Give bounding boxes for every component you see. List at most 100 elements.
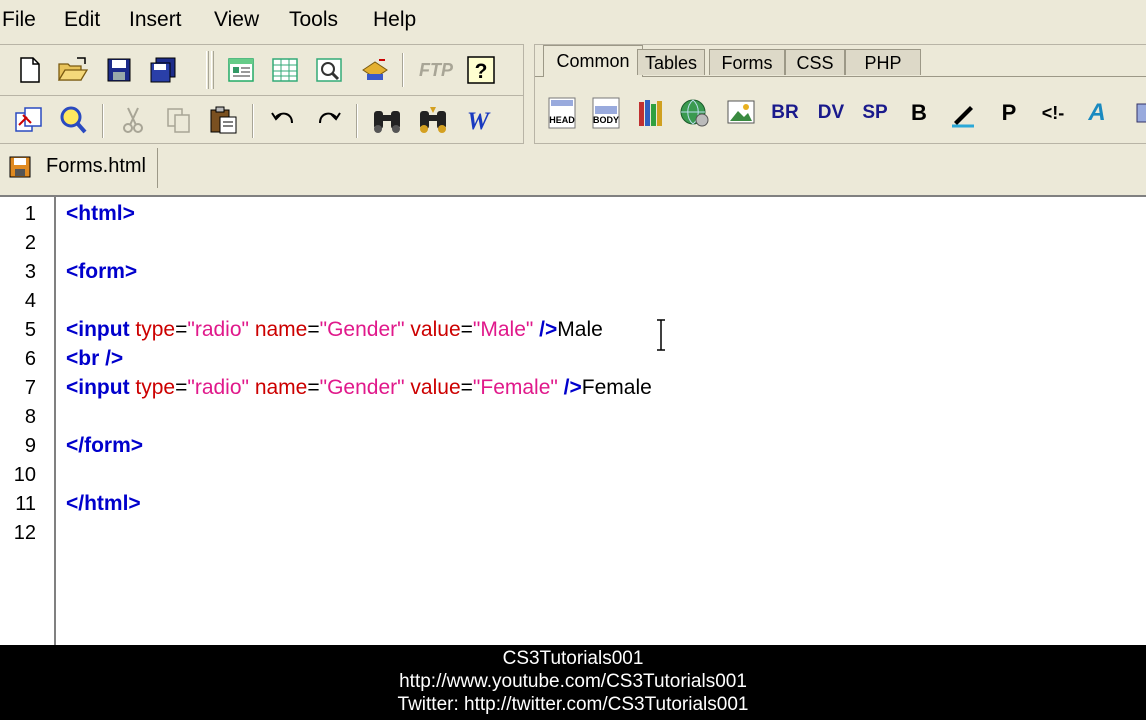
table-icon[interactable] xyxy=(268,53,302,87)
undo-icon[interactable] xyxy=(266,103,300,137)
insert-link-globe-icon[interactable] xyxy=(675,95,715,131)
code-line-11: </html> xyxy=(66,490,141,518)
svg-text:W: W xyxy=(467,108,491,135)
replace-binoculars-icon[interactable] xyxy=(416,103,450,137)
ftp-label: FTP xyxy=(419,59,453,80)
code-token: <input xyxy=(66,376,130,399)
insert-span-button[interactable]: SP xyxy=(855,95,895,131)
menu-bar: File Edit Insert View Tools Help xyxy=(0,0,1146,40)
find-icon[interactable] xyxy=(56,103,90,137)
svg-text:?: ? xyxy=(475,60,488,83)
open-folder-icon[interactable] xyxy=(56,53,90,87)
insert-div-button[interactable]: DV xyxy=(811,95,851,131)
code-token: /> xyxy=(99,347,124,370)
video-credits: CS3Tutorials001 http://www.youtube.com/C… xyxy=(0,645,1146,720)
ftp-icon[interactable]: FTP xyxy=(416,53,456,87)
code-token: <input xyxy=(66,318,130,341)
tab-css[interactable]: CSS xyxy=(785,49,845,75)
compare-icon[interactable] xyxy=(12,103,46,137)
editor-window: File Edit Insert View Tools Help FTP ? W… xyxy=(0,0,1146,645)
help-icon[interactable]: ? xyxy=(464,53,498,87)
save-icon[interactable] xyxy=(102,53,136,87)
code-token: Male xyxy=(557,318,603,341)
code-token: value xyxy=(404,318,461,341)
insert-image-icon[interactable] xyxy=(721,95,761,131)
credit-youtube: http://www.youtube.com/CS3Tutorials001 xyxy=(399,671,747,692)
menu-tools[interactable]: Tools xyxy=(289,6,338,34)
code-token: type xyxy=(129,376,176,399)
code-token: "Female" xyxy=(472,376,558,399)
new-file-icon[interactable] xyxy=(12,53,46,87)
insert-bar: Common Tables Forms CSS PHP HEAD BODY BR… xyxy=(534,44,1146,144)
menu-edit[interactable]: Edit xyxy=(64,6,100,34)
line-number: 12 xyxy=(13,522,36,544)
code-token: <form> xyxy=(66,260,138,283)
code-token: "Gender" xyxy=(319,318,405,341)
cut-icon[interactable] xyxy=(116,103,150,137)
code-token: /> xyxy=(533,318,558,341)
credit-channel: CS3Tutorials001 xyxy=(502,648,644,669)
insert-br-button[interactable]: BR xyxy=(765,95,805,131)
properties-icon[interactable] xyxy=(358,53,392,87)
insert-bold-button[interactable]: B xyxy=(899,95,939,131)
code-line-5: <input type="radio" name="Gender" value=… xyxy=(66,316,603,344)
menu-view[interactable]: View xyxy=(214,6,259,34)
paste-icon[interactable] xyxy=(206,103,240,137)
code-token: = xyxy=(460,318,473,341)
code-line-7: <input type="radio" name="Gender" value=… xyxy=(66,374,652,402)
line-number: 10 xyxy=(13,464,36,486)
code-token: </form> xyxy=(66,434,144,457)
insert-comment-button[interactable]: <!- xyxy=(1033,95,1073,131)
tab-forms-html[interactable]: Forms.html xyxy=(0,148,158,188)
code-line-3: <form> xyxy=(66,258,137,286)
copy-icon[interactable] xyxy=(162,103,196,137)
insert-paragraph-button[interactable]: P xyxy=(989,95,1029,131)
code-token: = xyxy=(307,318,320,341)
code-token: name xyxy=(248,376,308,399)
document-tab-label: Forms.html xyxy=(46,155,146,177)
code-token: </html> xyxy=(66,492,141,515)
code-token: value xyxy=(404,376,461,399)
save-file-icon xyxy=(8,154,32,185)
menu-help[interactable]: Help xyxy=(373,6,416,34)
line-number: 2 xyxy=(24,232,36,254)
code-token: "Male" xyxy=(472,318,534,341)
insert-more-icon[interactable] xyxy=(1123,95,1146,131)
line-number: 6 xyxy=(24,348,36,370)
line-number: 4 xyxy=(24,290,36,312)
insert-head-button[interactable]: HEAD xyxy=(543,95,583,131)
code-token: = xyxy=(175,318,188,341)
text-cursor-icon xyxy=(656,319,666,351)
find-binoculars-icon[interactable] xyxy=(370,103,404,137)
body-label: BODY xyxy=(593,115,619,125)
word-icon[interactable]: W xyxy=(462,103,496,137)
menu-insert[interactable]: Insert xyxy=(129,6,182,34)
code-token: /> xyxy=(557,376,582,399)
insert-library-icon[interactable] xyxy=(631,95,671,131)
code-token: = xyxy=(175,376,188,399)
insert-body-button[interactable]: BODY xyxy=(587,95,627,131)
line-number: 7 xyxy=(24,377,36,399)
redo-icon[interactable] xyxy=(312,103,346,137)
code-token: "Gender" xyxy=(319,376,405,399)
code-token: = xyxy=(460,376,473,399)
page-view-icon[interactable] xyxy=(224,53,258,87)
toolbar-row-2: W xyxy=(0,95,524,144)
tab-tables[interactable]: Tables xyxy=(637,49,705,75)
menu-file[interactable]: File xyxy=(2,6,36,34)
code-token: = xyxy=(307,376,320,399)
tab-forms[interactable]: Forms xyxy=(709,49,785,75)
save-all-icon[interactable] xyxy=(146,53,180,87)
insert-pen-icon[interactable] xyxy=(943,95,983,131)
insert-anchor-button[interactable]: A xyxy=(1077,95,1117,131)
code-token: <html> xyxy=(66,202,135,225)
preview-icon[interactable] xyxy=(312,53,346,87)
credit-twitter: Twitter: http://twitter.com/CS3Tutorials… xyxy=(397,694,749,715)
tab-common[interactable]: Common xyxy=(543,45,643,77)
code-editor[interactable]: 1 2 3 4 5 6 7 8 9 10 11 12 <html> <form>… xyxy=(0,195,1146,645)
code-token: name xyxy=(248,318,308,341)
code-line-9: </form> xyxy=(66,432,143,460)
tab-php[interactable]: PHP xyxy=(845,49,921,75)
toolbar-row-1: FTP ? xyxy=(0,45,524,93)
line-number-gutter: 1 2 3 4 5 6 7 8 9 10 11 12 xyxy=(0,197,56,645)
